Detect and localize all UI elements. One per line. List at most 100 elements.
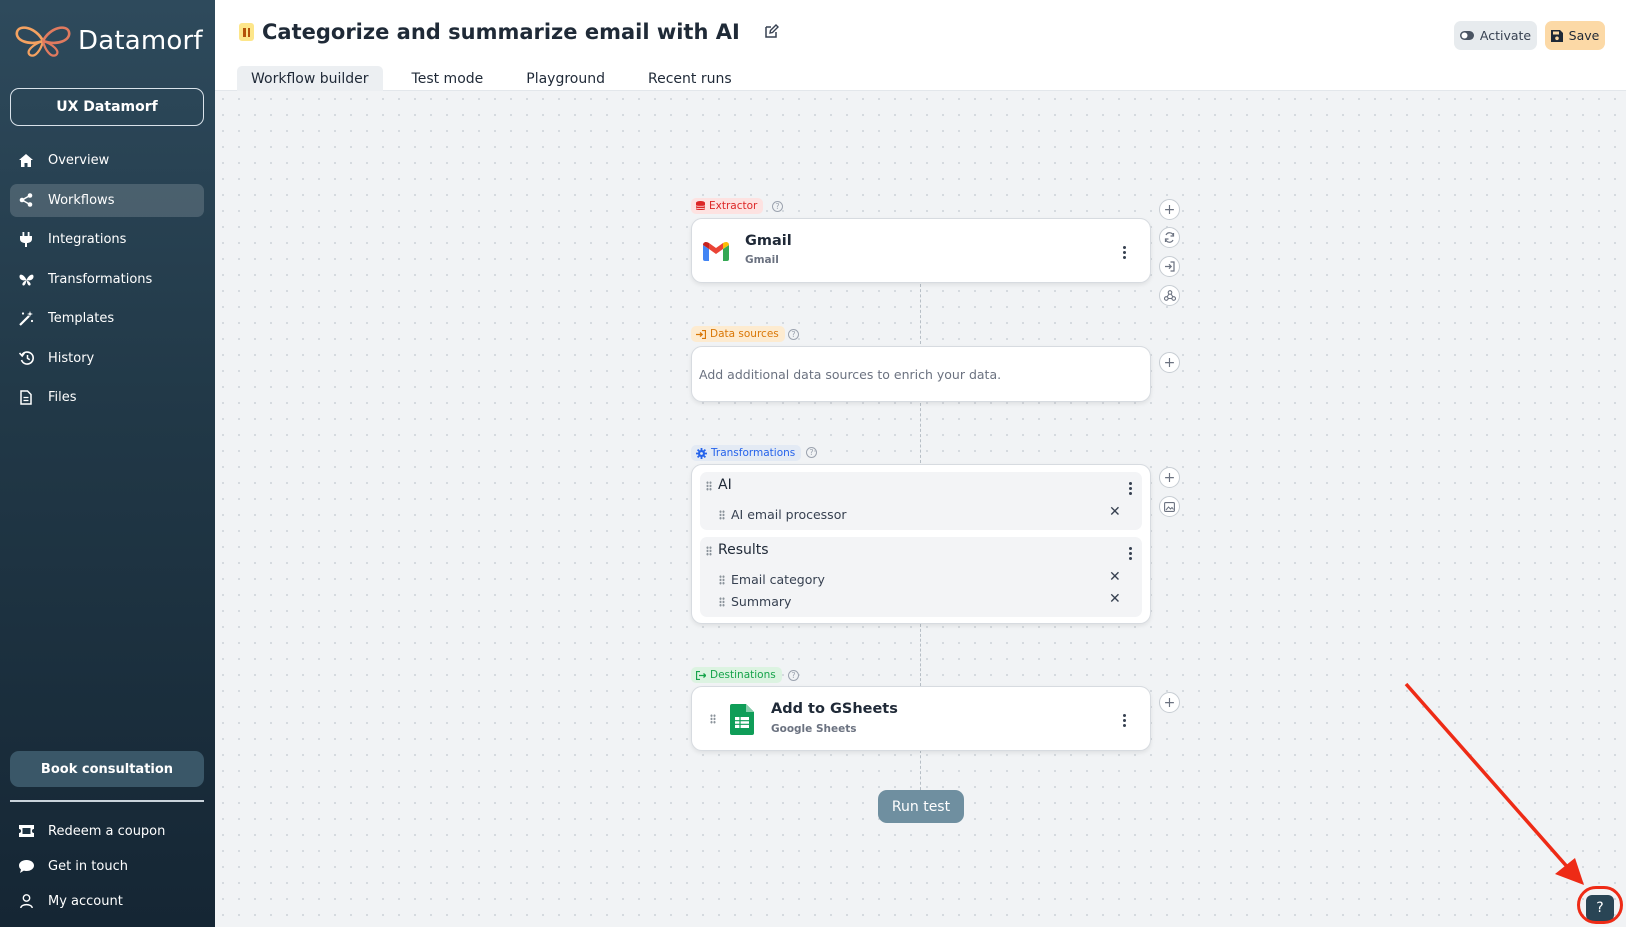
magic-wand-icon (18, 311, 34, 327)
tab-playground[interactable]: Playground (512, 66, 619, 91)
transformation-group-ai[interactable]: AI AI email processor ✕ (700, 472, 1142, 530)
sidebar-nav: Overview Workflows Integrations Transfor… (10, 144, 204, 421)
image-icon[interactable] (1159, 496, 1180, 517)
close-icon[interactable]: ✕ (1109, 591, 1121, 607)
bottom-item-label: Redeem a coupon (48, 823, 166, 839)
header: Categorize and summarize email with AI W… (215, 0, 1626, 91)
connector-line (920, 624, 921, 686)
help-icon[interactable]: ? (788, 670, 799, 681)
transformations-label-text: Transformations (711, 447, 796, 459)
help-icon[interactable]: ? (772, 201, 783, 212)
extractor-label-text: Extractor (709, 200, 758, 212)
kebab-menu-icon[interactable] (1122, 246, 1126, 259)
sidebar: Datamorf UX Datamorf Overview Workflows … (0, 0, 215, 927)
kebab-menu-icon[interactable] (1128, 482, 1132, 495)
save-button[interactable]: Save (1545, 21, 1605, 50)
logo-text: Datamorf (78, 26, 203, 56)
connector-line (920, 750, 921, 790)
ticket-icon (18, 823, 34, 839)
sidebar-item-integrations[interactable]: Integrations (10, 223, 204, 256)
chat-icon (18, 858, 34, 874)
activate-button[interactable]: Activate (1454, 21, 1537, 50)
drag-handle-icon[interactable] (719, 510, 725, 520)
login-icon[interactable] (1159, 256, 1180, 277)
destinations-label: Destinations (691, 667, 782, 683)
add-icon[interactable]: + (1159, 352, 1180, 373)
connector-line (920, 403, 921, 463)
data-sources-card[interactable]: Add additional data sources to enrich yo… (691, 346, 1151, 402)
group-name: AI (718, 477, 732, 493)
add-icon[interactable]: + (1159, 692, 1180, 713)
destinations-label-text: Destinations (710, 669, 776, 681)
data-sources-label-text: Data sources (710, 328, 779, 340)
get-in-touch-link[interactable]: Get in touch (10, 850, 204, 882)
page-title: Categorize and summarize email with AI (262, 20, 740, 44)
title-row: Categorize and summarize email with AI (239, 20, 780, 44)
tab-workflow-builder[interactable]: Workflow builder (237, 66, 383, 91)
run-test-button[interactable]: Run test (878, 790, 964, 823)
book-consultation-button[interactable]: Book consultation (10, 751, 204, 787)
drag-handle-icon[interactable] (719, 597, 725, 607)
extractor-sub: Gmail (745, 254, 779, 266)
data-sources-label: Data sources (691, 326, 785, 342)
help-icon[interactable]: ? (806, 447, 817, 458)
sidebar-divider (10, 800, 204, 802)
sidebar-item-files[interactable]: Files (10, 381, 204, 414)
extractor-card[interactable]: Gmail Gmail (691, 218, 1151, 283)
user-icon (18, 893, 34, 909)
close-icon[interactable]: ✕ (1109, 504, 1121, 520)
plug-icon (18, 232, 34, 248)
transformation-group-results[interactable]: Results Email category ✕ Summary ✕ (700, 537, 1142, 617)
sidebar-item-overview[interactable]: Overview (10, 144, 204, 177)
group-name: Results (718, 542, 769, 558)
connector-line (920, 284, 921, 344)
bottom-item-label: Get in touch (48, 858, 128, 874)
sidebar-item-label: Files (48, 390, 77, 405)
data-sources-placeholder: Add additional data sources to enrich yo… (699, 367, 1002, 382)
tab-test-mode[interactable]: Test mode (398, 66, 498, 91)
sidebar-item-label: Overview (48, 153, 110, 168)
database-icon (696, 201, 705, 210)
edit-icon[interactable] (764, 24, 780, 40)
refresh-icon[interactable] (1159, 227, 1180, 248)
gear-icon (696, 447, 707, 459)
share-icon (18, 192, 34, 208)
drag-handle-icon[interactable] (710, 714, 716, 724)
sidebar-item-templates[interactable]: Templates (10, 302, 204, 335)
destination-name: Add to GSheets (771, 701, 898, 717)
add-icon[interactable]: + (1159, 199, 1180, 220)
butterfly-icon (18, 271, 34, 287)
extractor-label: Extractor (691, 198, 764, 214)
webhook-icon[interactable] (1159, 285, 1180, 306)
bottom-item-label: My account (48, 893, 123, 909)
floppy-icon (1550, 29, 1563, 42)
transformations-label: Transformations (691, 445, 802, 461)
tab-recent-runs[interactable]: Recent runs (634, 66, 746, 91)
destination-card[interactable]: Add to GSheets Google Sheets (691, 686, 1151, 751)
home-icon (18, 153, 34, 169)
sidebar-bottom-nav: Redeem a coupon Get in touch My account (10, 815, 204, 920)
my-account-link[interactable]: My account (10, 885, 204, 917)
sidebar-item-transformations[interactable]: Transformations (10, 263, 204, 296)
close-icon[interactable]: ✕ (1109, 569, 1121, 585)
drag-handle-icon[interactable] (706, 481, 712, 491)
logo[interactable]: Datamorf (14, 24, 203, 58)
sidebar-item-workflows[interactable]: Workflows (10, 183, 204, 217)
export-icon (696, 670, 706, 680)
drag-handle-icon[interactable] (706, 546, 712, 556)
import-icon (696, 329, 706, 339)
history-icon (18, 350, 34, 366)
kebab-menu-icon[interactable] (1128, 547, 1132, 560)
help-icon[interactable]: ? (788, 329, 799, 340)
kebab-menu-icon[interactable] (1122, 714, 1126, 727)
sidebar-item-label: Workflows (48, 192, 115, 208)
redeem-coupon-link[interactable]: Redeem a coupon (10, 815, 204, 847)
sidebar-item-history[interactable]: History (10, 342, 204, 375)
paused-status-icon (239, 23, 254, 41)
workspace-selector[interactable]: UX Datamorf (10, 88, 204, 126)
add-icon[interactable]: + (1159, 467, 1180, 488)
activate-label: Activate (1479, 28, 1532, 43)
extractor-name: Gmail (745, 233, 792, 249)
transformation-item: Email category (731, 572, 825, 587)
drag-handle-icon[interactable] (719, 575, 725, 585)
